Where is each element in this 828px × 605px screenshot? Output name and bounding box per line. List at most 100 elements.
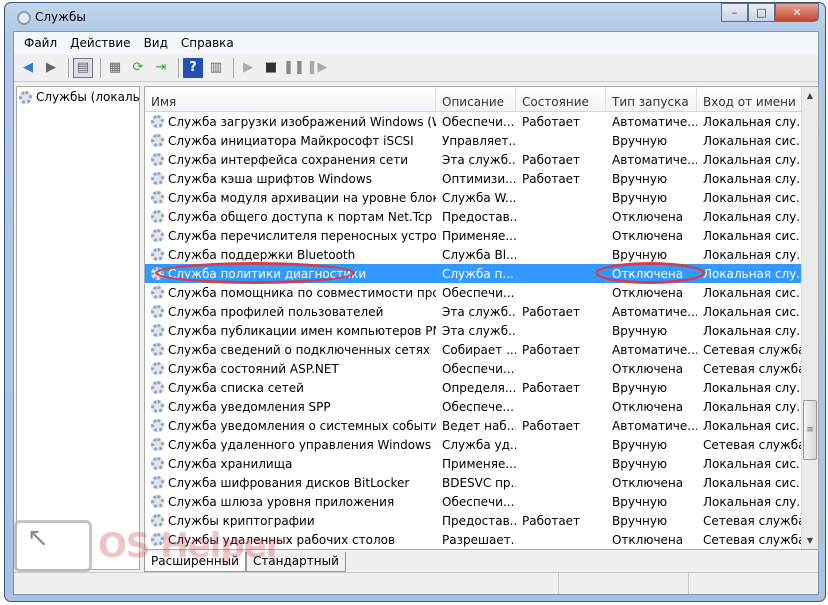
menu-file[interactable]: Файл [24,36,57,50]
menu-action[interactable]: Действие [70,36,130,50]
table-row[interactable]: Служба общего доступа к портам Net.Tcp Пр… [145,207,818,226]
close-button[interactable]: ✕ [775,3,819,22]
table-row[interactable]: Служба загрузки изображений Windows (WIA… [145,112,818,131]
maximize-button[interactable]: □ [748,3,775,22]
table-row[interactable]: Служба уведомления о системных событиях В… [145,416,818,435]
cell-startup-type: Вручную [612,323,668,338]
table-row[interactable]: Служба модуля архивации на уровне блоков… [145,188,818,207]
cell-name: Служба загрузки изображений Windows (WIA… [145,115,436,129]
cell-description: Служба Bl... [442,247,516,262]
column-status[interactable]: Состояние [516,87,606,111]
help-icon[interactable]: ? [183,57,203,78]
service-gear-icon [151,457,164,470]
cell-log-on-as: Локальная слу... [703,399,802,414]
service-gear-icon [151,362,164,375]
service-gear-icon [151,438,164,451]
column-startup-type[interactable]: Тип запуска [606,87,697,111]
forward-arrow-icon[interactable]: ▶ [41,58,61,78]
column-description[interactable]: Описание [436,87,516,111]
cell-description: Эта служб... [442,152,516,167]
table-row[interactable]: Служба состояний ASP.NET Обеспечи... Отклю… [145,359,818,378]
status-bar [14,572,818,594]
action-pane-icon[interactable]: ▥ [206,58,226,78]
service-name: Служба удаленного управления Windows (WS… [168,437,436,452]
services-list: Имя Описание Состояние Тип запуска Вход … [144,86,819,550]
cell-startup-type: Вручную [612,247,668,262]
menu-bar: Файл Действие Вид Справка [14,32,818,54]
cell-log-on-as: Локальная слу... [703,114,802,129]
cell-startup-type: Вручную [612,190,668,205]
service-name: Служба кэша шрифтов Windows [168,171,372,186]
table-row[interactable]: Служба сведений о подключенных сетях Соби… [145,340,818,359]
cell-description: Разрешает... [442,532,516,547]
tree-item-services-local[interactable]: Службы (локальные) [17,87,139,107]
minimize-button[interactable]: – [721,3,748,22]
table-row[interactable]: Служба хранилища Применяе... Вручную Локаль… [145,454,818,473]
service-gear-icon [151,381,164,394]
cell-name: Служба поддержки Bluetooth [145,248,436,262]
table-row[interactable]: Служба кэша шрифтов Windows Оптимизи... Ра… [145,169,818,188]
cell-description: Служба уд... [442,437,516,452]
service-gear-icon [151,210,164,223]
table-row[interactable]: Служба интерфейса сохранения сети Эта слу… [145,150,818,169]
cell-startup-type: Автоматиче... [612,342,697,357]
cell-description: Определя... [442,380,516,395]
cell-startup-type: Отключена [612,285,684,300]
watermark-logo: ↖ OS Helper [14,520,283,572]
cell-log-on-as: Локальная сис... [703,475,802,490]
cell-name: Служба списка сетей [145,381,436,395]
table-row[interactable]: Служба шифрования дисков BitLocker BDESVC… [145,473,818,492]
table-row[interactable]: Служба списка сетей Определя... Работает Вр… [145,378,818,397]
back-arrow-icon[interactable]: ◀ [18,58,38,78]
table-row[interactable]: Служба шлюза уровня приложения Обеспечи..… [145,492,818,511]
table-row[interactable]: Служба уведомления SPP Обеспече... Отключе… [145,397,818,416]
cell-status: Работает [522,380,581,395]
show-console-tree-icon[interactable]: ▤ [73,57,93,78]
cell-name: Служба перечислителя переносных устройст… [145,229,436,243]
scroll-up-icon[interactable]: ▲ [802,91,818,100]
service-gear-icon [151,343,164,356]
service-gear-icon [151,305,164,318]
cell-description: BDESVC пр... [442,475,516,490]
cell-log-on-as: Локальная сис... [703,304,802,319]
cell-startup-type: Вручную [612,513,668,528]
stop-service-icon[interactable]: ■ [261,58,281,78]
properties-icon[interactable]: ▦ [105,58,125,78]
table-row[interactable]: Служба профилей пользователей Эта служб..… [145,302,818,321]
table-row[interactable]: Служба помощника по совместимости прогр.… [145,283,818,302]
cell-status: Работает [522,114,581,129]
table-row[interactable]: Служба инициатора Майкрософт iSCSI Управл… [145,131,818,150]
service-name: Служба модуля архивации на уровне блоков [168,190,436,205]
cell-name: Служба помощника по совместимости прогр.… [145,286,436,300]
table-row[interactable]: Служба удаленного управления Windows (WS… [145,435,818,454]
refresh-icon[interactable]: ⟳ [128,58,148,78]
export-list-icon[interactable]: ⇥ [151,58,171,78]
cell-startup-type: Вручную [612,171,668,186]
highlight-circle-name [155,262,355,284]
restart-service-icon[interactable]: ❚▶ [307,58,328,78]
menu-view[interactable]: Вид [144,36,168,50]
cell-description: Эта служб... [442,304,516,319]
cell-name: Служба шифрования дисков BitLocker [145,476,436,490]
scroll-down-icon[interactable]: ▼ [802,536,818,545]
highlight-circle-startup [595,262,705,284]
table-row[interactable]: Служба публикации имен компьютеров PNRP Э… [145,321,818,340]
column-log-on-as[interactable]: Вход от имени [697,87,802,111]
cell-startup-type: Отключена [612,209,684,224]
vertical-scrollbar[interactable]: ▲ ≡ ▼ [801,87,818,549]
scroll-thumb[interactable]: ≡ [803,400,817,460]
cell-log-on-as: Локальная сис... [703,285,802,300]
cell-startup-type: Отключена [612,532,684,547]
start-service-icon[interactable]: ▶ [238,58,258,78]
cell-name: Служба интерфейса сохранения сети [145,153,436,167]
column-name[interactable]: Имя [145,87,436,111]
table-row[interactable]: Служба перечислителя переносных устройст… [145,226,818,245]
cell-startup-type: Вручную [612,494,668,509]
cell-description: Предостав... [442,209,516,224]
service-gear-icon [151,476,164,489]
cell-description: Применяе... [442,228,516,243]
cell-name: Служба профилей пользователей [145,305,436,319]
service-name: Служба уведомления SPP [168,399,331,414]
pause-service-icon[interactable]: ❚❚ [283,58,305,78]
menu-help[interactable]: Справка [181,36,234,50]
